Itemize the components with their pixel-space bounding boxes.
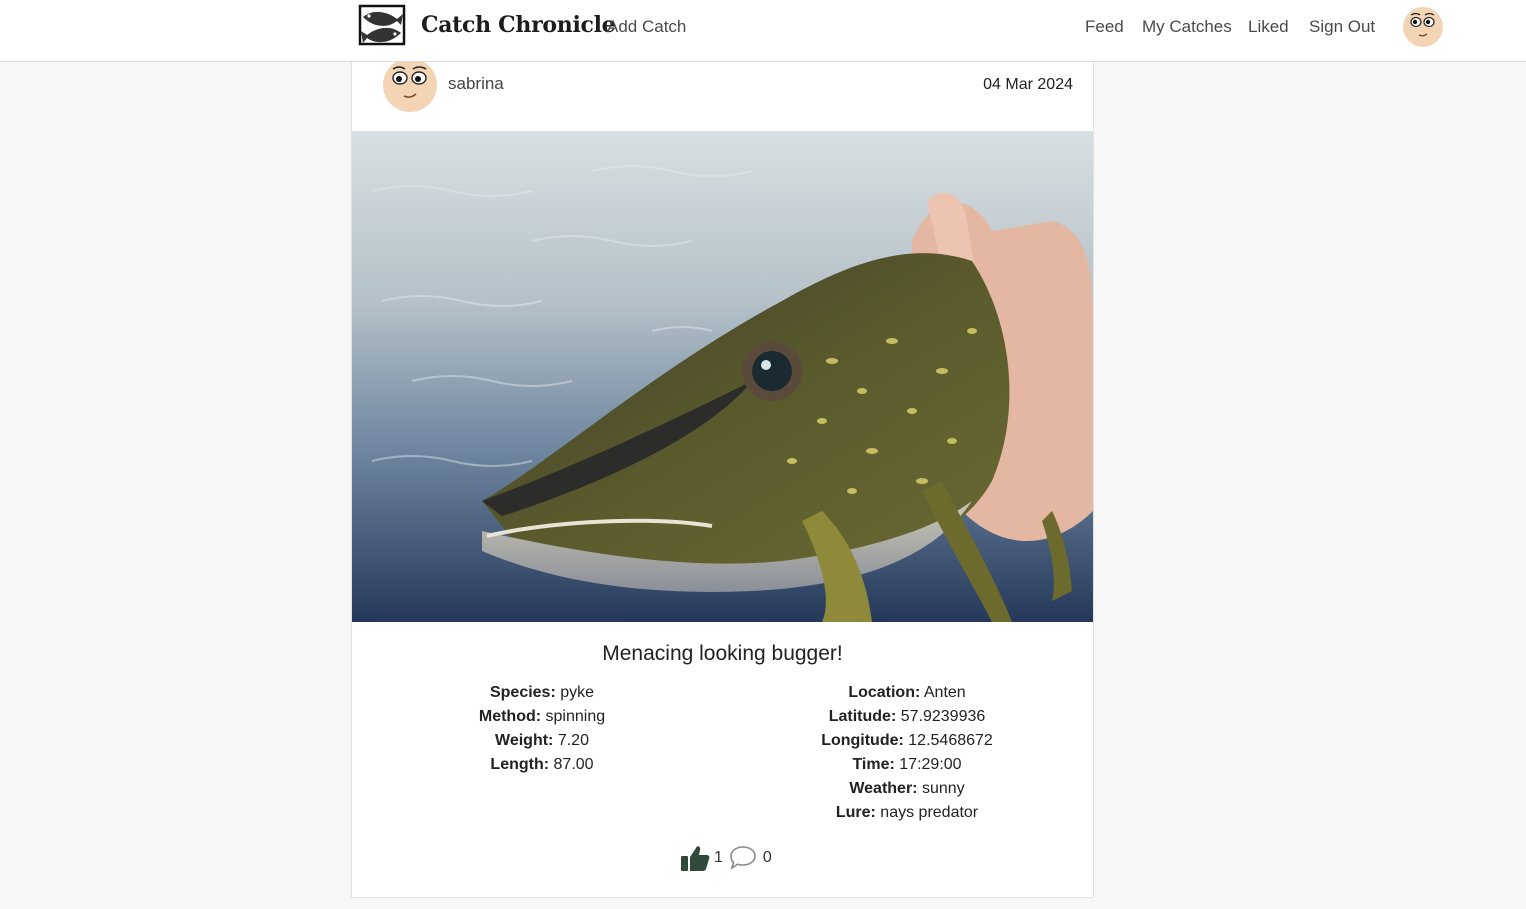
app-title: Catch Chronicle [421,12,616,38]
detail-label: Location: [848,684,921,701]
detail-value: 7.20 [557,732,589,749]
detail-method: Method: spinning [422,705,662,729]
detail-longitude: Longitude: 12.5468672 [772,729,1042,753]
detail-label: Species: [489,684,556,701]
catch-caption: Menacing looking bugger! [602,642,843,665]
like-count: 1 [714,849,723,866]
detail-label: Longitude: [821,732,904,749]
nav-liked[interactable]: Liked [1248,17,1289,37]
detail-value: 87.00 [553,756,594,773]
nav-sign-out[interactable]: Sign Out [1309,17,1375,37]
detail-label: Lure: [835,804,876,821]
detail-value: Anten [923,684,966,701]
thumbs-up-icon[interactable] [680,844,710,872]
navbar: Catch Chronicle Add Catch Feed My Catche… [0,0,1526,62]
detail-value: 57.9239936 [900,708,986,725]
nav-feed[interactable]: Feed [1085,17,1124,37]
detail-value: pyke [560,684,595,701]
author-avatar[interactable] [382,57,438,113]
detail-label: Weight: [495,732,554,749]
detail-label: Weather: [849,780,918,797]
post-stats: 1 0 [680,841,772,875]
detail-value: nays predator [880,804,979,821]
author-name[interactable]: sabrina [448,74,504,94]
detail-value: spinning [545,708,606,725]
catch-details-right: Location: Anten Latitude: 57.9239936 Lon… [772,681,1042,825]
detail-species: Species: pyke [422,681,662,705]
nav-add-catch[interactable]: Add Catch [607,17,686,37]
detail-latitude: Latitude: 57.9239936 [772,705,1042,729]
comment-bubble-icon[interactable] [729,845,757,871]
fish-logo-icon [358,4,406,46]
detail-label: Method: [478,708,542,725]
detail-value: 17:29:00 [899,756,962,773]
detail-label: Time: [852,756,895,773]
catch-details-left: Species: pyke Method: spinning Weight: 7… [422,681,662,777]
detail-label: Length: [490,756,550,773]
detail-weight: Weight: 7.20 [422,729,662,753]
detail-lure: Lure: nays predator [772,801,1042,825]
user-avatar-icon[interactable] [1402,6,1444,48]
detail-length: Length: 87.00 [422,753,662,777]
pike-photo [352,131,1093,622]
comment-count: 0 [762,849,772,866]
brand-link[interactable]: Catch Chronicle [357,3,616,47]
detail-value: sunny [921,780,965,797]
detail-label: Latitude: [828,708,897,725]
catch-card: sabrina 04 Mar 2024 Menacing looking bug… [351,40,1094,898]
detail-location: Location: Anten [772,681,1042,705]
detail-time: Time: 17:29:00 [772,753,1042,777]
nav-my-catches[interactable]: My Catches [1142,17,1232,37]
post-date: 04 Mar 2024 [983,76,1073,93]
detail-value: 12.5468672 [908,732,993,749]
detail-weather: Weather: sunny [772,777,1042,801]
